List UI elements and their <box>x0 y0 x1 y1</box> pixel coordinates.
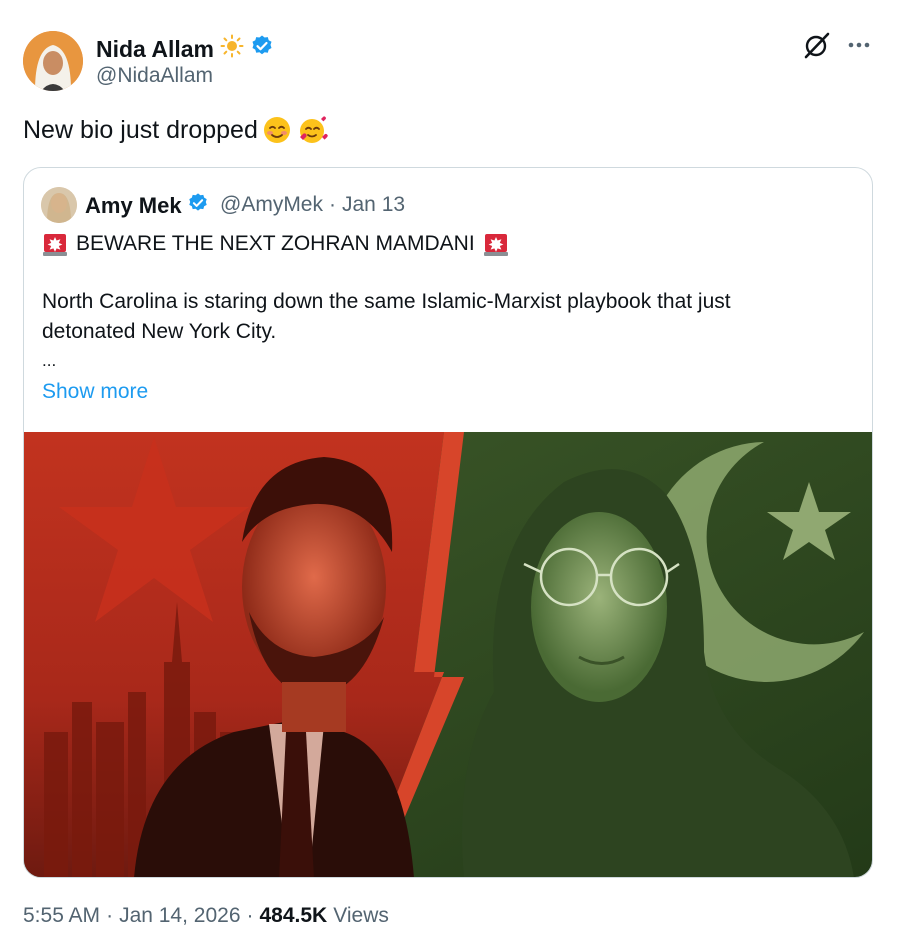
quoted-headline-row: BEWARE THE NEXT ZOHRAN MAMDANI <box>42 231 509 257</box>
quoted-tweet-image[interactable] <box>24 432 872 877</box>
quoted-author-name[interactable]: Amy Mek <box>85 193 182 219</box>
views-label: Views <box>333 904 389 927</box>
quoted-ellipsis: ... <box>42 351 57 370</box>
author-avatar[interactable] <box>23 31 83 91</box>
verified-badge-icon[interactable] <box>187 192 209 220</box>
meta-separator: · <box>329 193 336 216</box>
quoted-tweet-date[interactable]: Jan 13 <box>342 193 405 217</box>
quoted-headline: BEWARE THE NEXT ZOHRAN MAMDANI <box>76 232 475 255</box>
author-name-row[interactable]: Nida Allam <box>96 34 274 64</box>
sun-icon <box>220 34 244 64</box>
more-options-icon[interactable] <box>846 32 872 58</box>
quoted-body-line-1: North Carolina is staring down the same … <box>42 290 731 313</box>
tweet-body: New bio just dropped <box>23 115 258 144</box>
verified-badge-icon[interactable] <box>250 34 274 64</box>
quoted-body-line-2: detonated New York City. <box>42 320 277 343</box>
grok-icon[interactable] <box>802 30 832 60</box>
quoted-author-avatar[interactable] <box>41 187 77 223</box>
quoted-author-name-row[interactable]: Amy Mek <box>85 192 209 220</box>
show-more-link[interactable]: Show more <box>42 380 148 404</box>
author-handle[interactable]: @NidaAllam <box>96 64 213 88</box>
tweet-footer: 5:55 AM · Jan 14, 2026 · 484.5K Views <box>23 904 389 928</box>
smiling-face-with-hearts-icon <box>296 115 328 145</box>
footer-separator: · <box>246 904 254 927</box>
tweet-date[interactable]: Jan 14, 2026 <box>119 904 240 928</box>
police-siren-icon <box>483 231 509 257</box>
quoted-tweet-card[interactable]: Amy Mek @AmyMek · Jan 13 BEWARE THE NEXT… <box>23 167 873 878</box>
quoted-author-handle[interactable]: @AmyMek <box>220 193 323 217</box>
smiling-face-icon <box>262 115 292 145</box>
tweet-time[interactable]: 5:55 AM <box>23 904 100 928</box>
police-siren-icon <box>42 231 68 257</box>
quoted-author-meta: @AmyMek · Jan 13 <box>220 193 405 217</box>
views-count[interactable]: 484.5K <box>260 904 328 928</box>
tweet: Nida Allam @NidaAllam New bio just dropp… <box>0 0 898 938</box>
footer-separator: · <box>106 904 114 927</box>
tweet-text: New bio just dropped <box>23 115 328 145</box>
author-name[interactable]: Nida Allam <box>96 36 214 63</box>
